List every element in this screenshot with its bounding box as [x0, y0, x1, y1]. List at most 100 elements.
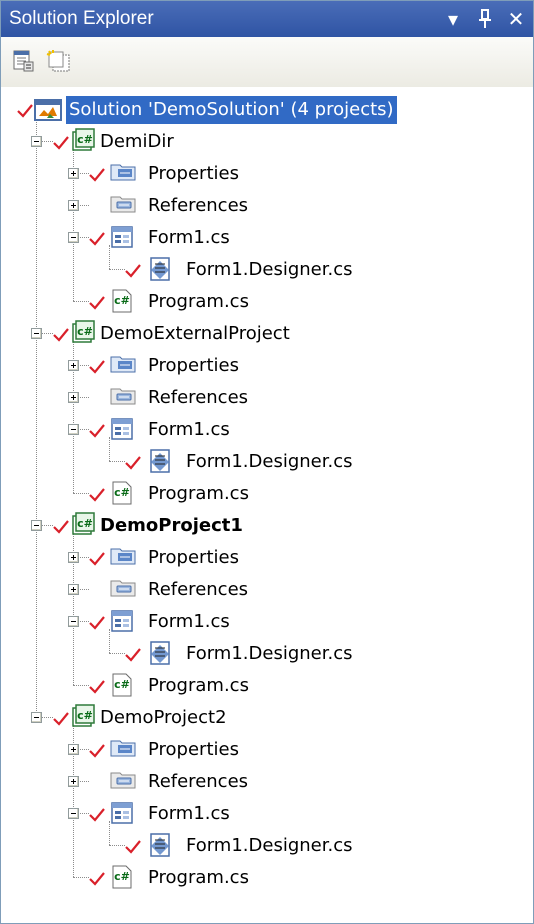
tree-item[interactable]: c# Program.cs [1, 671, 533, 703]
tree-item-label: Form1.Designer.cs [186, 643, 353, 664]
source-control-check-icon [53, 327, 69, 346]
solution-explorer-panel: Solution Explorer ▾ ✕ Solution 'DemoSolu… [0, 0, 534, 924]
tree-item[interactable]: Form1.cs [1, 415, 533, 447]
tree-item[interactable]: Properties [1, 735, 533, 767]
expand-icon[interactable] [68, 200, 79, 211]
tree-item[interactable]: References [1, 191, 533, 223]
tree-item-label: Form1.Designer.cs [186, 259, 353, 280]
collapse-icon[interactable] [31, 328, 42, 339]
expand-icon[interactable] [68, 360, 79, 371]
tree-item-project[interactable]: c# DemoProject2 [1, 703, 533, 735]
expand-icon[interactable] [68, 584, 79, 595]
panel-title: Solution Explorer [9, 8, 154, 29]
collapse-icon[interactable] [31, 712, 42, 723]
source-control-check-icon [53, 135, 69, 154]
source-control-check-icon [53, 519, 69, 538]
csharp-file-icon: c# [109, 672, 135, 702]
collapse-icon[interactable] [68, 808, 79, 819]
csharp-project-icon: c# [71, 512, 97, 542]
tree-item-project[interactable]: c# DemoExternalProject [1, 319, 533, 351]
tree-item[interactable]: Form1.cs [1, 223, 533, 255]
toolbar [1, 37, 533, 87]
collapse-icon[interactable] [31, 520, 42, 531]
tree-item[interactable]: Form1.Designer.cs [1, 255, 533, 287]
tree-item[interactable]: c# Program.cs [1, 863, 533, 895]
properties-icon [109, 736, 137, 762]
designer-icon [147, 640, 173, 670]
source-control-check-icon [89, 487, 105, 506]
svg-text:c#: c# [114, 870, 130, 883]
tree-item[interactable]: Form1.Designer.cs [1, 639, 533, 671]
properties-button[interactable] [11, 49, 35, 73]
tree-item-label: Properties [148, 547, 239, 568]
tree-item[interactable]: Properties [1, 351, 533, 383]
tree-item[interactable]: References [1, 767, 533, 799]
references-icon [109, 768, 137, 794]
tree-item[interactable]: Form1.Designer.cs [1, 447, 533, 479]
source-control-check-icon [89, 551, 105, 570]
svg-text:c#: c# [114, 486, 130, 499]
tree-item[interactable]: References [1, 575, 533, 607]
tree-item[interactable]: References [1, 383, 533, 415]
tree-item-project[interactable]: c# DemiDir [1, 127, 533, 159]
expand-icon[interactable] [68, 552, 79, 563]
expand-icon[interactable] [68, 392, 79, 403]
expand-icon[interactable] [68, 168, 79, 179]
source-control-check-icon [17, 103, 33, 122]
collapse-icon[interactable] [68, 232, 79, 243]
source-control-check-icon [89, 423, 105, 442]
tree-item-label: Form1.cs [148, 419, 230, 440]
svg-text:c#: c# [77, 517, 93, 530]
show-all-files-icon [46, 50, 70, 72]
csharp-file-icon: c# [109, 864, 135, 894]
source-control-check-icon [89, 167, 105, 186]
tree-item-label: Form1.cs [148, 803, 230, 824]
tree-item-label: Properties [148, 355, 239, 376]
tree-item-label: Solution 'DemoSolution' (4 projects) [66, 96, 397, 124]
svg-text:c#: c# [77, 133, 93, 146]
tree-item-label: Program.cs [148, 675, 249, 696]
source-control-check-icon [89, 807, 105, 826]
form-icon [109, 608, 135, 638]
svg-text:c#: c# [77, 709, 93, 722]
csharp-file-icon: c# [109, 480, 135, 510]
collapse-icon[interactable] [68, 616, 79, 627]
tree-item[interactable]: Properties [1, 159, 533, 191]
tree-item-label: Form1.cs [148, 611, 230, 632]
tree-item-label: Form1.Designer.cs [186, 835, 353, 856]
tree-item[interactable]: c# Program.cs [1, 479, 533, 511]
tree-item[interactable]: Form1.cs [1, 607, 533, 639]
tree-item-label: References [148, 579, 249, 600]
tree-item-label: Form1.Designer.cs [186, 451, 353, 472]
svg-text:c#: c# [114, 678, 130, 691]
tree-item[interactable]: Form1.cs [1, 799, 533, 831]
properties-window-icon [13, 50, 34, 72]
expand-icon[interactable] [68, 744, 79, 755]
tree-item[interactable]: Form1.Designer.cs [1, 831, 533, 863]
tree-item-label: Program.cs [148, 483, 249, 504]
collapse-icon[interactable] [68, 424, 79, 435]
tree-item[interactable]: c# Program.cs [1, 287, 533, 319]
tree-root-solution[interactable]: Solution 'DemoSolution' (4 projects) [1, 95, 533, 127]
source-control-check-icon [89, 295, 105, 314]
close-icon[interactable]: ✕ [504, 6, 528, 32]
source-control-check-icon [89, 743, 105, 762]
tree-item[interactable]: Properties [1, 543, 533, 575]
title-bar[interactable]: Solution Explorer ▾ ✕ [1, 1, 533, 37]
references-icon [109, 192, 137, 218]
expand-icon[interactable] [68, 776, 79, 787]
source-control-check-icon [89, 679, 105, 698]
tree-item-project[interactable]: c# DemoProject1 [1, 511, 533, 543]
show-all-files-button[interactable] [45, 49, 71, 73]
pin-icon[interactable] [473, 6, 497, 32]
properties-icon [109, 544, 137, 570]
source-control-check-icon [89, 871, 105, 890]
svg-text:c#: c# [114, 294, 130, 307]
collapse-icon[interactable] [31, 136, 42, 147]
form-icon [109, 416, 135, 446]
tree-item-label: References [148, 771, 249, 792]
tree-item-label: Program.cs [148, 867, 249, 888]
dropdown-icon[interactable]: ▾ [441, 6, 465, 32]
tree-connector-line [73, 877, 89, 878]
source-control-check-icon [125, 839, 141, 858]
